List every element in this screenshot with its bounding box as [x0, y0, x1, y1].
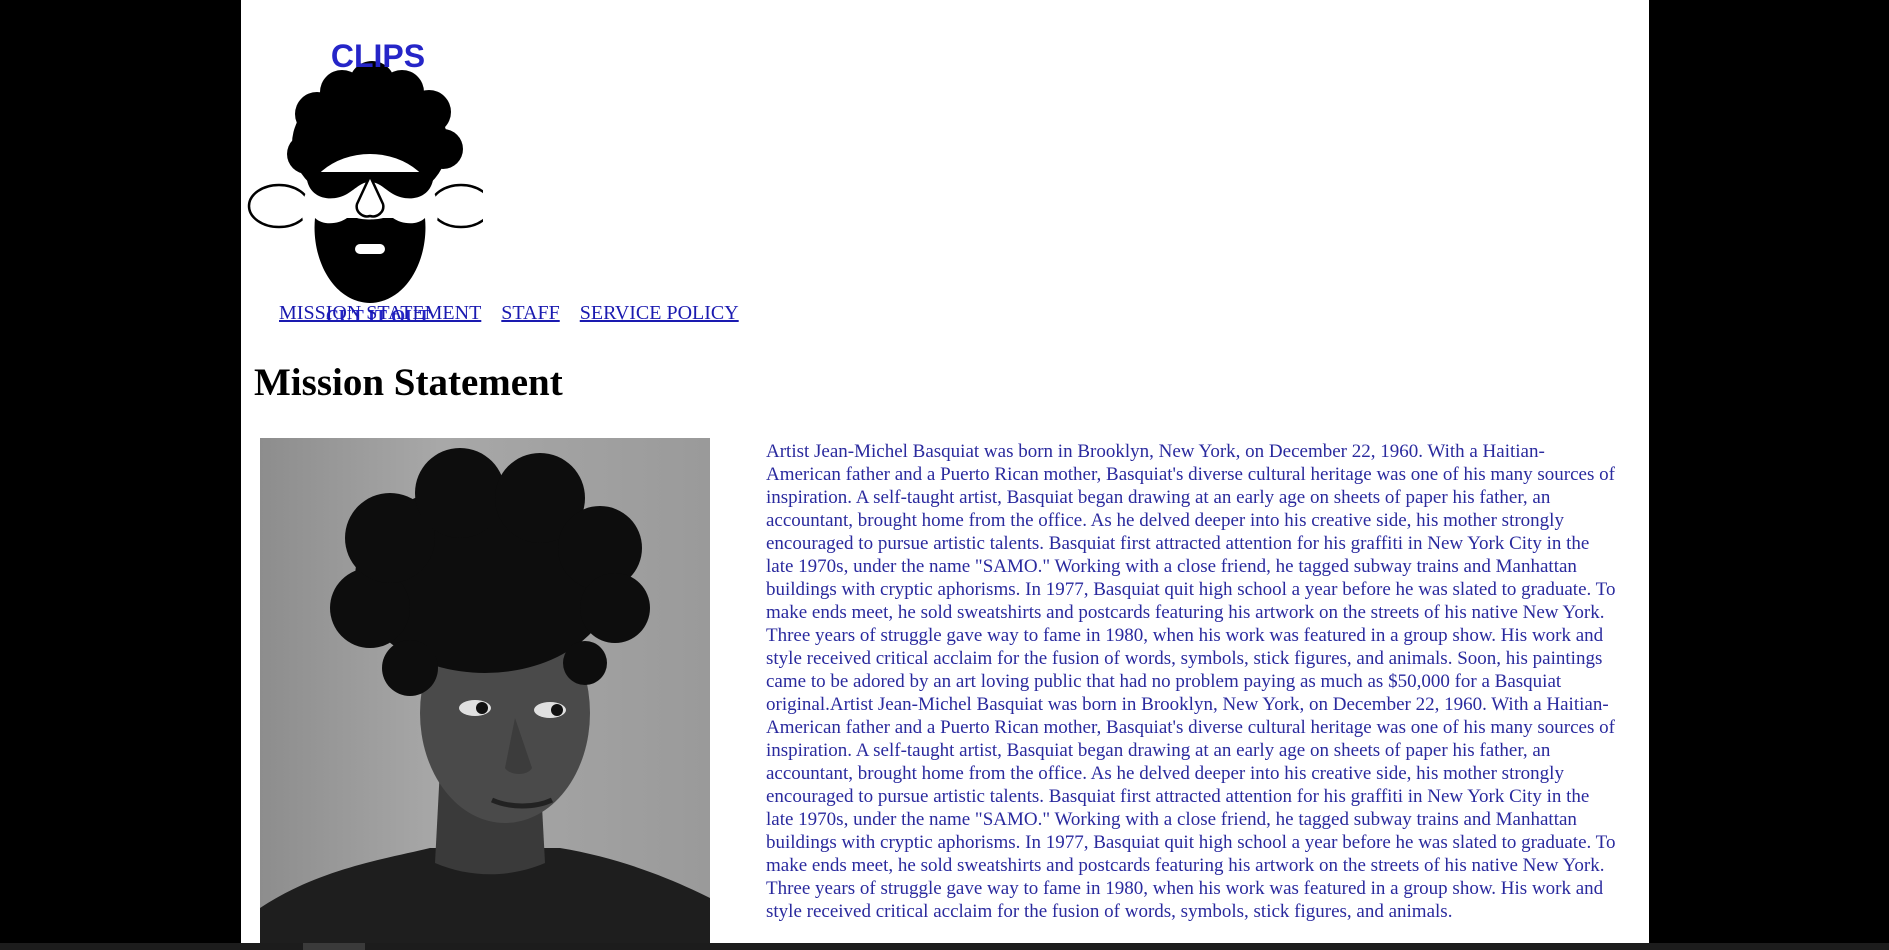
taskbar-item[interactable] [303, 943, 365, 950]
logo-title: CLIPS [330, 38, 426, 74]
nav-link-service-policy[interactable]: SERVICE POLICY [580, 302, 739, 324]
nav-link-staff[interactable]: STAFF [501, 302, 559, 324]
mission-body-text: Artist Jean-Michel Basquiat was born in … [766, 441, 1616, 922]
page-content: CLIPS CUT IT OUT MISSION STATEMENT STAFF… [241, 0, 1649, 943]
nav-link-mission-statement[interactable]: MISSION STATEMENT [279, 302, 481, 324]
portrait-image [260, 448, 710, 943]
page-title: Mission Statement [254, 361, 563, 404]
taskbar [0, 943, 1889, 950]
main-nav: MISSION STATEMENT STAFF SERVICE POLICY [279, 300, 754, 326]
portrait-photo [260, 438, 710, 943]
